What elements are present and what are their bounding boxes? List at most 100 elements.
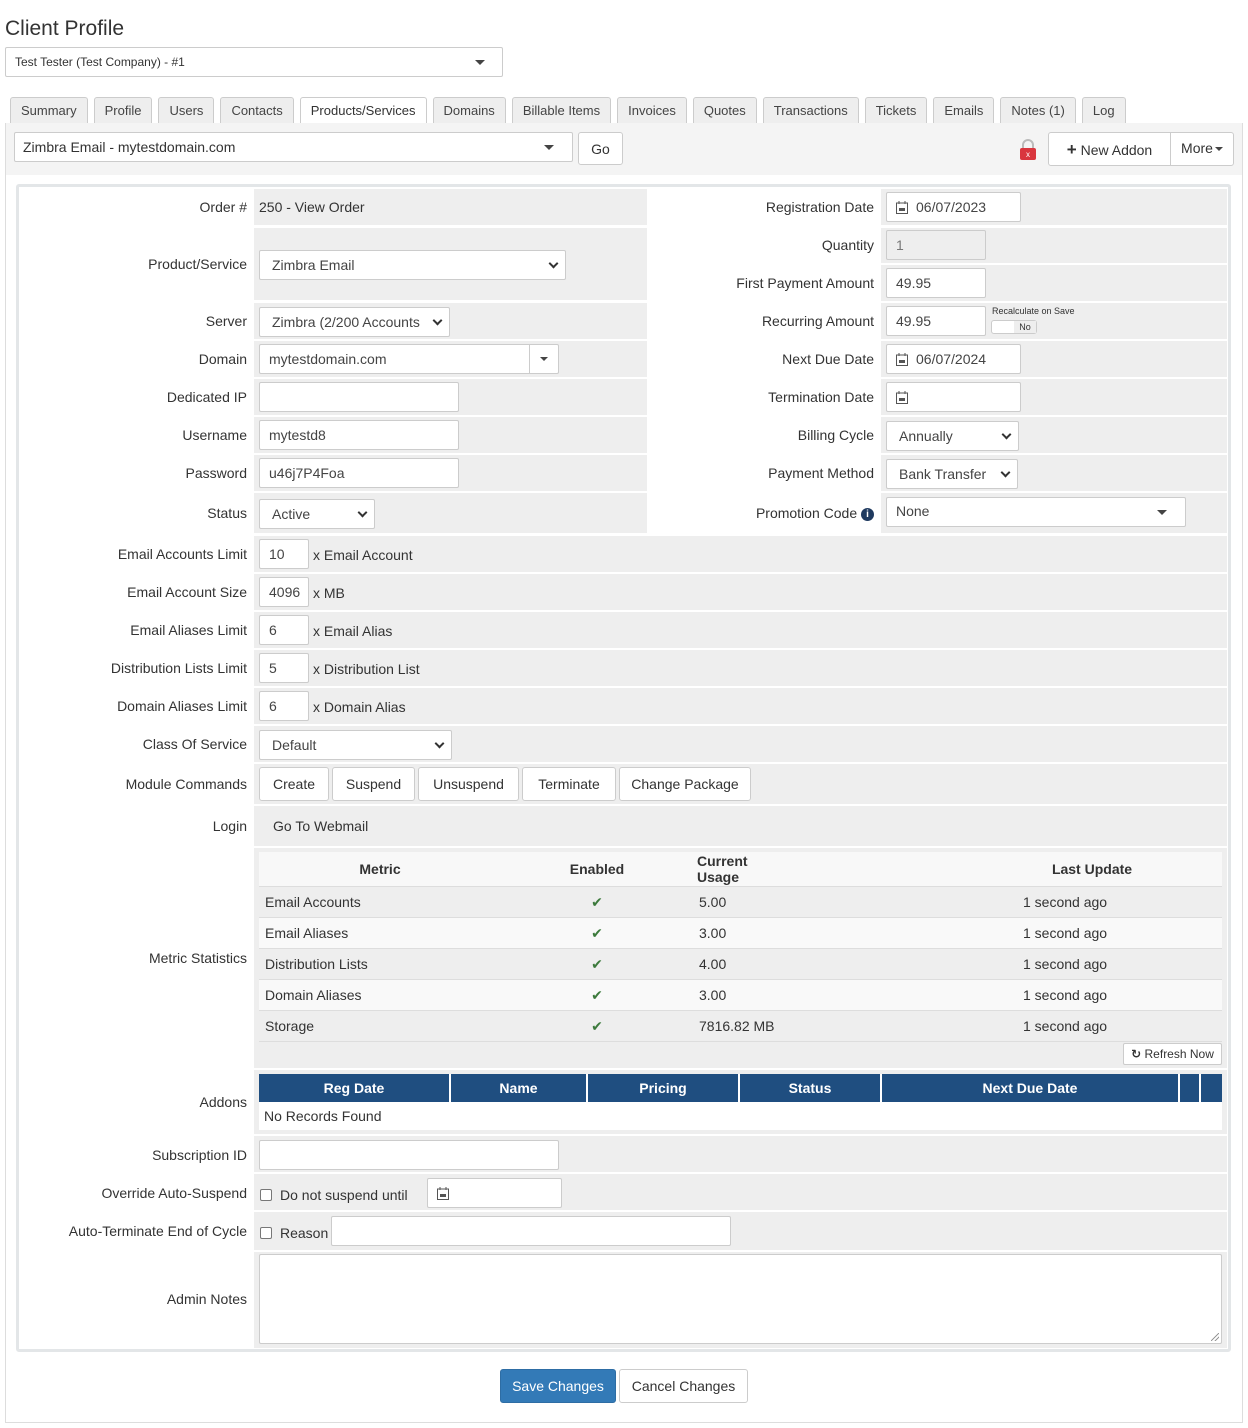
limit-input[interactable]: 10 xyxy=(259,539,309,569)
quantity-input[interactable]: 1 xyxy=(886,230,986,260)
tab-notes[interactable]: Notes (1) xyxy=(1000,97,1076,124)
promotion-code-label: Promotion Code i xyxy=(756,505,874,521)
domain-dropdown-toggle[interactable] xyxy=(529,345,558,373)
next-due-date-header[interactable]: Next Due Date xyxy=(882,1074,1180,1102)
product-select[interactable]: Zimbra Email xyxy=(259,250,566,280)
promotion-code-select[interactable]: None xyxy=(886,497,1186,527)
new-addon-button[interactable]: + New Addon xyxy=(1049,133,1171,165)
table-row: Distribution Lists ✔ 4.00 1 second ago xyxy=(259,948,1222,980)
tab-transactions[interactable]: Transactions xyxy=(762,97,859,124)
tab-products-services[interactable]: Products/Services xyxy=(299,97,427,124)
cancel-changes-button[interactable]: Cancel Changes xyxy=(619,1369,748,1403)
last-update-header: Last Update xyxy=(793,852,1222,887)
calendar-icon xyxy=(896,352,908,366)
termination-date-input[interactable] xyxy=(886,382,1021,412)
name-header[interactable]: Name xyxy=(451,1074,588,1102)
caret-down-icon xyxy=(475,60,485,65)
recalculate-toggle[interactable]: No xyxy=(991,320,1037,334)
reg-date-input[interactable]: 06/07/2023 xyxy=(886,192,1021,222)
status-select[interactable]: Active xyxy=(259,499,375,529)
resize-handle-icon[interactable] xyxy=(1211,1333,1219,1341)
tab-users[interactable]: Users xyxy=(158,97,215,124)
unlock-icon[interactable]: x xyxy=(1019,139,1037,160)
payment-method-select[interactable]: Bank Transfer xyxy=(886,459,1018,489)
reason-input[interactable] xyxy=(331,1216,731,1246)
tab-tickets[interactable]: Tickets xyxy=(864,97,928,124)
limit-input[interactable]: 6 xyxy=(259,615,309,645)
dedicated-ip-input[interactable] xyxy=(259,382,459,412)
billing-cycle-select[interactable]: Annually xyxy=(886,421,1019,451)
tab-domains[interactable]: Domains xyxy=(432,97,506,124)
tab-quotes[interactable]: Quotes xyxy=(692,97,757,124)
addon-button-group: + New Addon More xyxy=(1048,132,1234,166)
billing-cycle-label: Billing Cycle xyxy=(797,427,874,443)
go-button[interactable]: Go xyxy=(578,132,623,165)
save-changes-button[interactable]: Save Changes xyxy=(500,1369,616,1403)
chevron-down-icon xyxy=(1001,429,1012,440)
limit-label: Email Account Size xyxy=(127,584,247,600)
module-commands-label: Module Commands xyxy=(125,776,247,792)
admin-notes-textarea[interactable] xyxy=(259,1254,1222,1344)
action-header xyxy=(1201,1074,1222,1102)
service-selector[interactable]: Zimbra Email - mytestdomain.com xyxy=(14,132,573,162)
server-select[interactable]: Zimbra (2/200 Accounts xyxy=(259,307,450,337)
limit-input[interactable]: 6 xyxy=(259,691,309,721)
next-due-input[interactable]: 06/07/2024 xyxy=(886,344,1021,374)
refresh-now-button[interactable]: ↻ Refresh Now xyxy=(1123,1043,1222,1065)
suspend-button[interactable]: Suspend xyxy=(332,767,415,801)
password-input[interactable]: u46j7P4Foa xyxy=(259,458,459,488)
tab-log[interactable]: Log xyxy=(1081,97,1126,124)
go-to-webmail-link[interactable]: Go To Webmail xyxy=(273,818,368,834)
product-label: Product/Service xyxy=(148,256,247,272)
limit-input[interactable]: 4096 xyxy=(259,577,309,607)
calendar-icon xyxy=(437,1186,449,1200)
domain-input[interactable]: mytestdomain.com xyxy=(259,344,559,374)
unsuspend-button[interactable]: Unsuspend xyxy=(418,767,519,801)
tab-profile[interactable]: Profile xyxy=(93,97,153,124)
more-dropdown-button[interactable]: More xyxy=(1171,133,1233,165)
limit-label: Domain Aliases Limit xyxy=(117,698,247,714)
username-input[interactable]: mytestd8 xyxy=(259,420,459,450)
suspend-until-date-input[interactable] xyxy=(427,1178,562,1208)
change-package-button[interactable]: Change Package xyxy=(619,767,751,801)
calendar-icon xyxy=(896,200,908,214)
login-label: Login xyxy=(212,818,247,834)
override-checkbox-label: Do not suspend until xyxy=(280,1187,408,1203)
tab-invoices[interactable]: Invoices xyxy=(617,97,687,124)
chevron-down-icon xyxy=(357,507,368,518)
pricing-header[interactable]: Pricing xyxy=(588,1074,740,1102)
create-button[interactable]: Create xyxy=(259,767,329,801)
table-row: Email Accounts ✔ 5.00 1 second ago xyxy=(259,886,1222,918)
terminate-button[interactable]: Terminate xyxy=(522,767,616,801)
plus-icon: + xyxy=(1066,140,1077,159)
first-payment-input[interactable]: 49.95 xyxy=(886,268,986,298)
svg-text:x: x xyxy=(1026,150,1030,159)
limit-input[interactable]: 5 xyxy=(259,653,309,683)
tab-bar: Summary Profile Users Contacts Products/… xyxy=(10,97,1132,124)
recurring-amount-label: Recurring Amount xyxy=(761,313,874,329)
view-order-link[interactable]: 250 - View Order xyxy=(259,199,365,215)
client-selector[interactable]: Test Tester (Test Company) - #1 xyxy=(5,47,503,77)
first-payment-label: First Payment Amount xyxy=(736,275,874,291)
addons-table: Reg Date Name Pricing Status Next Due Da… xyxy=(259,1074,1222,1130)
class-of-service-select[interactable]: Default xyxy=(259,730,452,760)
tab-summary[interactable]: Summary xyxy=(10,97,88,124)
tab-billable-items[interactable]: Billable Items xyxy=(511,97,612,124)
info-icon[interactable]: i xyxy=(861,507,874,521)
page-title: Client Profile xyxy=(5,17,125,41)
limit-row-bg xyxy=(254,574,1227,610)
tab-emails[interactable]: Emails xyxy=(933,97,995,124)
override-auto-suspend-checkbox[interactable] xyxy=(260,1189,272,1201)
auto-terminate-checkbox[interactable] xyxy=(260,1227,272,1239)
payment-method-label: Payment Method xyxy=(768,465,874,481)
recurring-amount-input[interactable]: 49.95 xyxy=(886,306,986,336)
reg-date-header[interactable]: Reg Date xyxy=(259,1074,451,1102)
status-header[interactable]: Status xyxy=(740,1074,882,1102)
password-label: Password xyxy=(185,465,247,481)
limit-unit: x Email Account xyxy=(313,547,413,563)
override-auto-suspend-label: Override Auto-Suspend xyxy=(101,1185,247,1201)
subscription-id-input[interactable] xyxy=(259,1140,559,1170)
tab-contacts[interactable]: Contacts xyxy=(220,97,294,124)
no-records-message: No Records Found xyxy=(259,1102,1222,1130)
table-row: Domain Aliases ✔ 3.00 1 second ago xyxy=(259,979,1222,1011)
